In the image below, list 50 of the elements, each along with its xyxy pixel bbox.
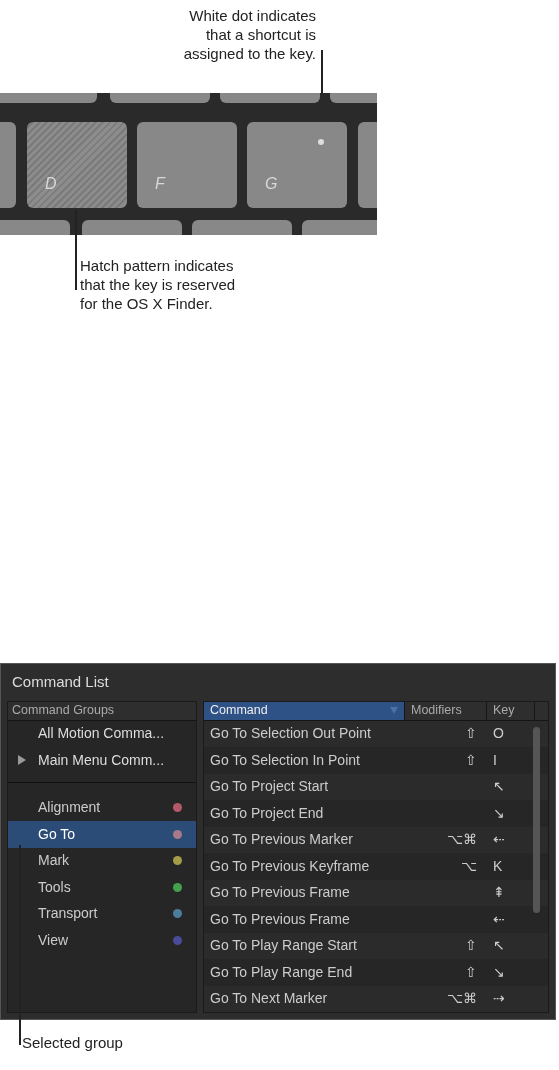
annotation-text: Selected group: [22, 1033, 123, 1053]
list-item[interactable]: All Motion Comma...: [38, 723, 165, 745]
key-label: D: [45, 174, 57, 194]
table-cell-text: ⌥⌘: [447, 989, 477, 1009]
group-item[interactable]: Go To: [8, 821, 196, 848]
key-label: F: [155, 174, 165, 194]
table-cell-text: Go To Play Range End: [210, 962, 353, 982]
table-cell-text: Go To Previous Marker: [210, 830, 353, 850]
table-cell-text: O: [493, 724, 504, 744]
group-item[interactable]: View: [8, 927, 196, 954]
window-title: Command List: [11, 672, 110, 692]
group-item[interactable]: Alignment: [8, 794, 196, 821]
table-cell-text: Go To Previous Keyframe: [210, 856, 370, 876]
table-cell-text: ⇠: [493, 830, 505, 850]
column-header[interactable]: Modifiers: [405, 701, 487, 720]
table-cell-text: Go To Previous Frame: [210, 883, 350, 903]
table-cell-text: ⇧: [465, 936, 477, 956]
table-cell-text: ⇧: [465, 962, 477, 982]
column-header[interactable]: Command: [204, 701, 405, 720]
table-cell-text: ⇢: [493, 989, 505, 1009]
table-cell-text: ⌥⌘: [447, 830, 477, 850]
table-cell-text: Go To Previous Frame: [210, 909, 350, 929]
table-cell-text: Go To Selection Out Point: [210, 724, 371, 744]
table-cell-text: Go To Selection In Point: [210, 750, 360, 770]
table-cell-text: ⌥: [461, 856, 477, 876]
table-cell-text: ⇧: [465, 724, 477, 744]
group-item[interactable]: Tools: [8, 874, 196, 901]
column-header[interactable]: Key: [487, 701, 535, 720]
table-cell-text: I: [493, 750, 497, 770]
table-cell-text: Go To Next Marker: [210, 989, 328, 1009]
disclosure-triangle-icon[interactable]: [18, 755, 26, 766]
table-cell-text: Go To Project Start: [210, 777, 328, 797]
table-cell-text: ⇠: [493, 909, 505, 929]
annotation-text: White dot indicates that a shortcut is assigned to the key.: [182, 6, 316, 63]
table-cell-text: ↖: [493, 936, 505, 956]
annotation-text: Hatch pattern indicates that the key is reserved for the OS X Finder.: [80, 256, 237, 313]
table-cell-text: ↘: [493, 803, 505, 823]
table-cell-text: ↖: [493, 777, 505, 797]
group-item[interactable]: Mark: [8, 847, 196, 874]
key-label: G: [265, 174, 278, 194]
table-cell-text: ⇧: [465, 750, 477, 770]
column-header: Command Groups: [8, 701, 196, 721]
list-item[interactable]: Main Menu Comm...: [38, 749, 165, 771]
table-cell-text: ↘: [493, 962, 505, 982]
table-cell-text: Go To Play Range Start: [210, 936, 357, 956]
group-item[interactable]: Transport: [8, 900, 196, 927]
sort-arrow-icon: [390, 707, 398, 714]
table-cell-text: ⇞: [493, 883, 505, 903]
table-cell-text: K: [493, 856, 503, 876]
table-cell-text: Go To Project End: [210, 803, 324, 823]
